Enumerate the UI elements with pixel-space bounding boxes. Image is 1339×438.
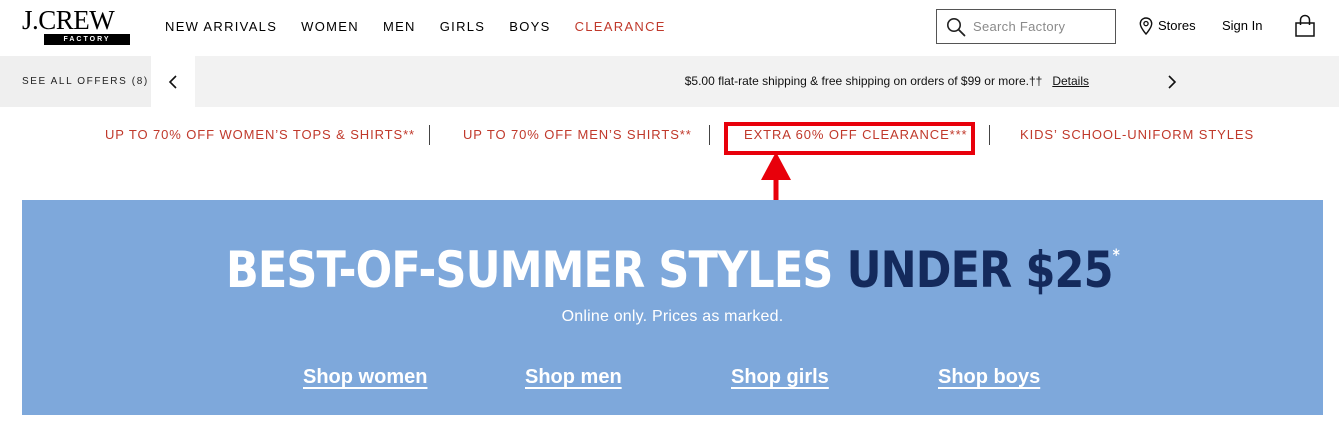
- banner-subline: Online only. Prices as marked.: [561, 308, 784, 325]
- category-links: UP TO 70% OFF WOMEN’S TOPS & SHIRTS** UP…: [0, 122, 1339, 150]
- chevron-left-icon: [168, 75, 177, 89]
- cat-womens-tops[interactable]: UP TO 70% OFF WOMEN’S TOPS & SHIRTS**: [105, 127, 415, 143]
- shop-women-link[interactable]: Shop women: [303, 366, 427, 389]
- nav-girls[interactable]: GIRLS: [440, 18, 486, 36]
- location-pin-icon: [1139, 17, 1153, 35]
- annotation-highlight-box: [724, 122, 975, 155]
- shop-girls-link[interactable]: Shop girls: [731, 366, 829, 389]
- main-nav: NEW ARRIVALS WOMEN MEN GIRLS BOYS CLEARA…: [165, 18, 690, 36]
- hero-banner: BEST-OF-SUMMER STYLES UNDER $25* Online …: [22, 200, 1323, 415]
- nav-clearance[interactable]: CLEARANCE: [575, 18, 666, 36]
- shop-men-link[interactable]: Shop men: [525, 366, 622, 389]
- stores-label: Stores: [1158, 18, 1196, 33]
- divider: [429, 125, 430, 145]
- chevron-right-icon: [1168, 75, 1177, 89]
- search-input[interactable]: [973, 10, 1111, 43]
- promo-message: $5.00 flat-rate shipping & free shipping…: [195, 56, 1119, 107]
- shop-links: Shop women Shop men Shop girls Shop boys: [22, 366, 1323, 394]
- site-header: J.CREW FACTORY NEW ARRIVALS WOMEN MEN GI…: [0, 0, 1339, 56]
- headline-asterisk: *: [1112, 245, 1120, 264]
- cat-school-uniform[interactable]: KIDS’ SCHOOL-UNIFORM STYLES: [1020, 127, 1254, 143]
- offers-prev-button[interactable]: [151, 56, 195, 107]
- promo-details-link[interactable]: Details: [1052, 74, 1089, 88]
- logo-wordmark: J.CREW: [22, 5, 115, 35]
- sign-in-link[interactable]: Sign In: [1222, 17, 1262, 35]
- banner-headline: BEST-OF-SUMMER STYLES UNDER $25*: [113, 240, 1232, 300]
- offers-next-button[interactable]: [1150, 56, 1194, 107]
- promo-carousel: $5.00 flat-rate shipping & free shipping…: [195, 56, 1339, 107]
- jcrew-factory-logo[interactable]: J.CREW FACTORY: [22, 6, 130, 46]
- nav-men[interactable]: MEN: [383, 18, 416, 36]
- cat-mens-shirts[interactable]: UP TO 70% OFF MEN’S SHIRTS**: [463, 127, 692, 143]
- nav-women[interactable]: WOMEN: [301, 18, 359, 36]
- headline-navy-text: UNDER $25: [846, 241, 1114, 299]
- nav-boys[interactable]: BOYS: [509, 18, 550, 36]
- divider: [709, 125, 710, 145]
- search-icon[interactable]: [946, 17, 966, 37]
- annotation-arrow-icon: [761, 152, 791, 202]
- shop-boys-link[interactable]: Shop boys: [938, 366, 1040, 389]
- shopping-bag-icon[interactable]: [1294, 14, 1316, 38]
- stores-link[interactable]: Stores: [1139, 17, 1196, 35]
- promo-text: $5.00 flat-rate shipping & free shipping…: [684, 74, 1043, 88]
- nav-new-arrivals[interactable]: NEW ARRIVALS: [165, 18, 277, 36]
- divider: [989, 125, 990, 145]
- see-all-offers-button[interactable]: SEE ALL OFFERS (8): [0, 56, 151, 107]
- search-box[interactable]: [936, 9, 1116, 44]
- logo-factory-tag: FACTORY: [44, 34, 130, 45]
- offers-bar: SEE ALL OFFERS (8) $5.00 flat-rate shipp…: [0, 56, 1339, 107]
- headline-white-text: BEST-OF-SUMMER STYLES: [225, 241, 833, 299]
